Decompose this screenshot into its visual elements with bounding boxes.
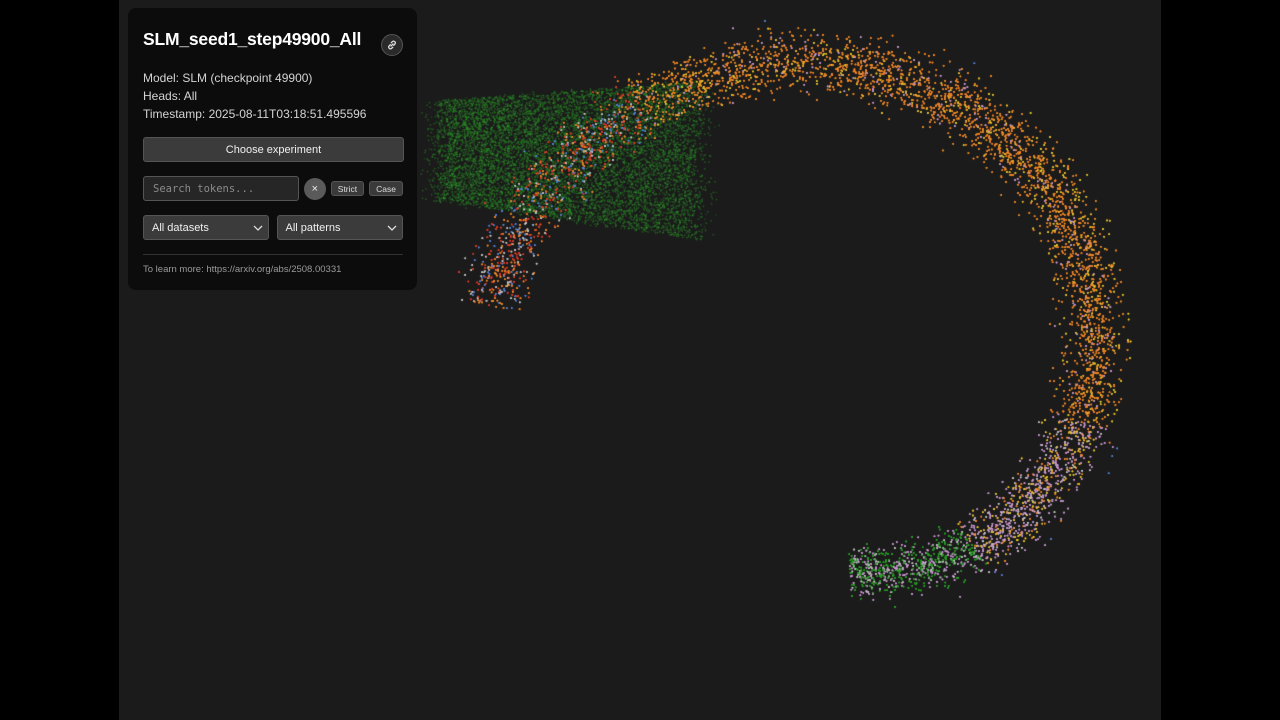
link-icon [388,40,396,50]
chevron-down-icon [253,225,262,231]
control-panel: SLM_seed1_step49900_All Model: SLM (chec… [128,8,417,290]
pattern-select[interactable]: All patterns [276,215,403,240]
filter-row: All datasets All patterns [143,215,403,240]
title-row: SLM_seed1_step49900_All [143,28,403,56]
clear-search-button[interactable]: × [303,177,326,200]
learn-more-label: To learn more: [143,264,207,275]
timestamp-info: Timestamp: 2025-08-11T03:18:51.495596 [143,107,367,121]
choose-experiment-button[interactable]: Choose experiment [143,137,404,162]
close-icon: × [311,182,319,195]
divider [143,254,403,255]
learn-more-text: To learn more: https://arxiv.org/abs/250… [143,264,403,275]
dataset-select-value: All datasets [152,221,209,234]
model-info: Model: SLM (checkpoint 49900) [143,71,313,85]
heads-info: Heads: All [143,89,198,103]
chevron-down-icon [387,225,397,231]
experiment-title: SLM_seed1_step49900_All [143,29,362,49]
search-tokens-input[interactable] [143,176,299,201]
case-toggle[interactable]: Case [369,181,403,196]
search-row: × Strict Case [143,176,403,201]
dataset-select[interactable]: All datasets [143,215,269,240]
experiment-meta: Model: SLM (checkpoint 49900) Heads: All… [143,69,403,123]
paper-link[interactable]: https://arxiv.org/abs/2508.00331 [206,264,341,275]
pattern-select-value: All patterns [285,221,341,234]
copy-link-button[interactable] [381,34,403,56]
strict-toggle[interactable]: Strict [330,181,365,196]
